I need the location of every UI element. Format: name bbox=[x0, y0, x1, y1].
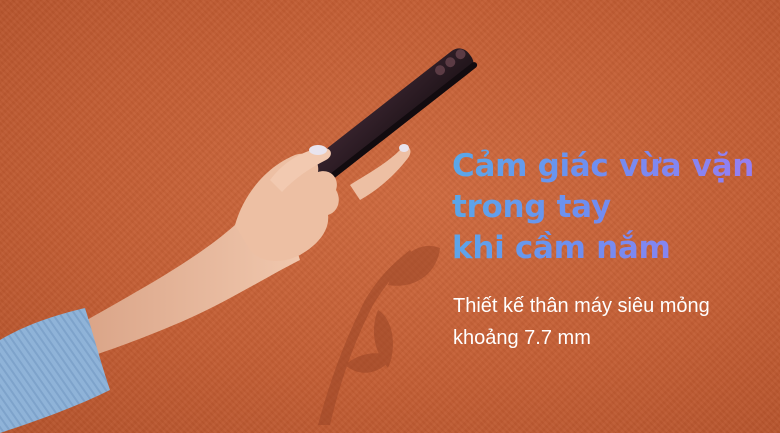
description-line-2: khoảng 7.7 mm bbox=[453, 327, 591, 349]
feature-description: Thiết kế thân máy siêu mỏng khoảng 7.7 m… bbox=[453, 290, 710, 354]
fingernail bbox=[399, 144, 409, 152]
headline-line-1: Cảm giác vừa vặn bbox=[452, 148, 755, 184]
plant-shadow bbox=[318, 245, 440, 425]
description-line-1: Thiết kế thân máy siêu mỏng bbox=[453, 295, 710, 317]
feature-headline: Cảm giác vừa vặn trong tay khi cầm nắm bbox=[452, 146, 754, 269]
thumbnail bbox=[309, 145, 327, 155]
product-feature-banner: Cảm giác vừa vặn trong tay khi cầm nắm T… bbox=[0, 0, 780, 433]
headline-line-3: khi cầm nắm bbox=[452, 230, 671, 266]
headline-line-2: trong tay bbox=[452, 189, 611, 225]
